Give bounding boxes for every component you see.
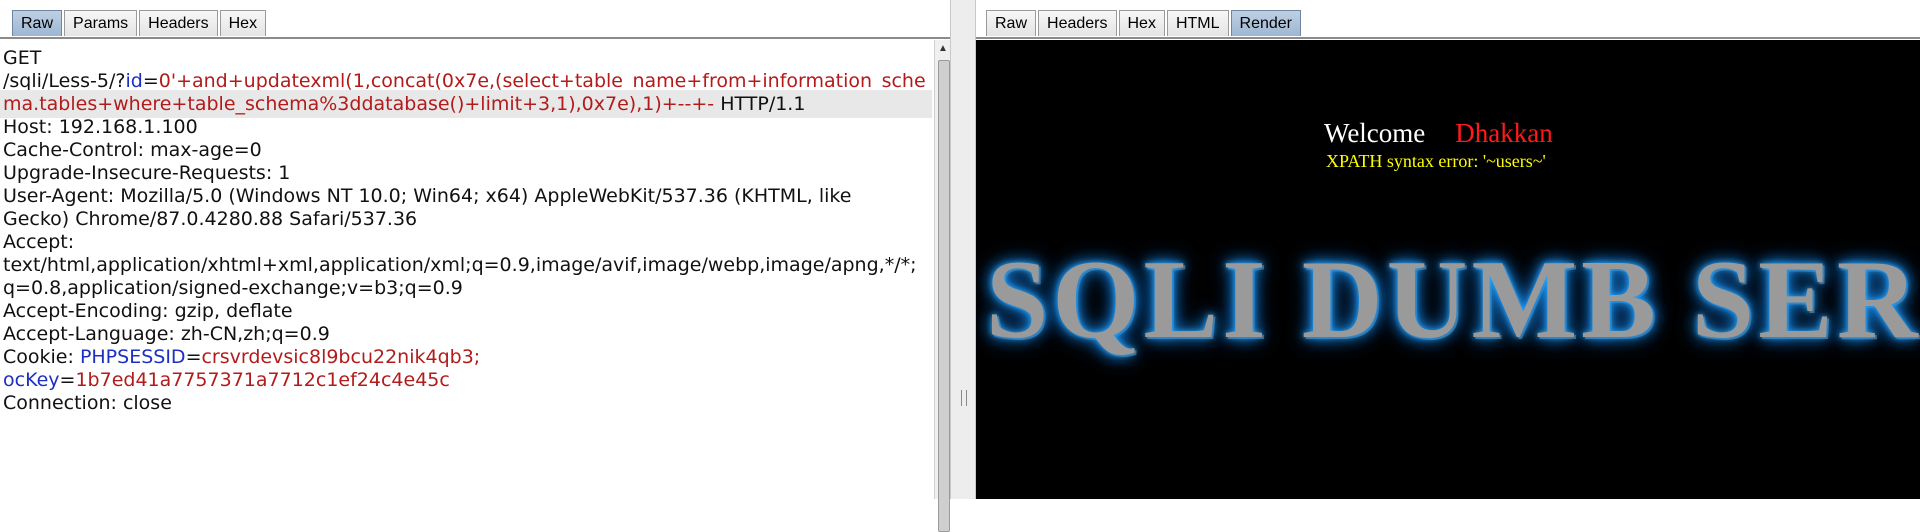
tabbar-divider: [0, 37, 950, 39]
tab-headers-response[interactable]: Headers: [1038, 10, 1117, 36]
tab-html-response[interactable]: HTML: [1166, 10, 1229, 36]
param-payload-cont: ma.tables+where+table_schema%3ddatabase(…: [3, 93, 715, 115]
scrollbar-thumb[interactable]: [938, 60, 950, 532]
scroll-up-arrow-icon[interactable]: ▲: [935, 42, 951, 56]
drag-handle-icon[interactable]: [961, 390, 967, 406]
header-connection: Connection: close: [3, 392, 172, 414]
request-pane: Raw Params Headers Hex GET /sqli/Less-5/…: [0, 0, 951, 532]
xpath-error-message: XPATH syntax error: '~users~': [1326, 151, 1546, 171]
tab-render-response[interactable]: Render: [1230, 10, 1301, 36]
request-tabbar: Raw Params Headers Hex: [12, 10, 268, 38]
welcome-name: Dhakkan: [1455, 118, 1553, 148]
rendered-response: Welcome Dhakkan XPATH syntax error: '~use…: [976, 40, 1920, 499]
response-tabbar: Raw Headers Hex HTML Render: [986, 10, 1303, 38]
split-pane-divider[interactable]: [950, 0, 976, 499]
welcome-text: Welcome: [1324, 118, 1426, 148]
tab-headers-request[interactable]: Headers: [139, 10, 218, 36]
param-payload: 0'+and+updatexml(1,concat(0x7e,(select+t…: [158, 70, 926, 92]
param-name: id: [125, 70, 143, 92]
sqli-banner-logo: SQLI DUMB SER: [986, 238, 1920, 362]
request-scrollbar[interactable]: ▲: [934, 40, 951, 532]
tab-hex-request[interactable]: Hex: [219, 10, 267, 36]
cookie-name-ockey: ocKey: [3, 369, 60, 391]
tab-raw-request[interactable]: Raw: [12, 10, 63, 36]
tab-raw-response[interactable]: Raw: [986, 10, 1037, 36]
request-editor[interactable]: GET /sqli/Less-5/?id=0'+and+updatexml(1,…: [0, 40, 934, 499]
tabbar-divider-right: [976, 37, 1920, 39]
cookie-name-phpsessid: PHPSESSID: [79, 346, 186, 368]
welcome-line: Welcome Dhakkan: [1324, 118, 1553, 149]
tab-hex-response[interactable]: Hex: [1118, 10, 1165, 36]
cookie-value-ockey: 1b7ed41a7757371a7712c1ef24c4e45c: [75, 369, 450, 391]
cookie-value-phpsessid: crsvrdevsic8l9bcu22nik4qb3;: [201, 346, 481, 368]
tab-params[interactable]: Params: [64, 10, 138, 36]
